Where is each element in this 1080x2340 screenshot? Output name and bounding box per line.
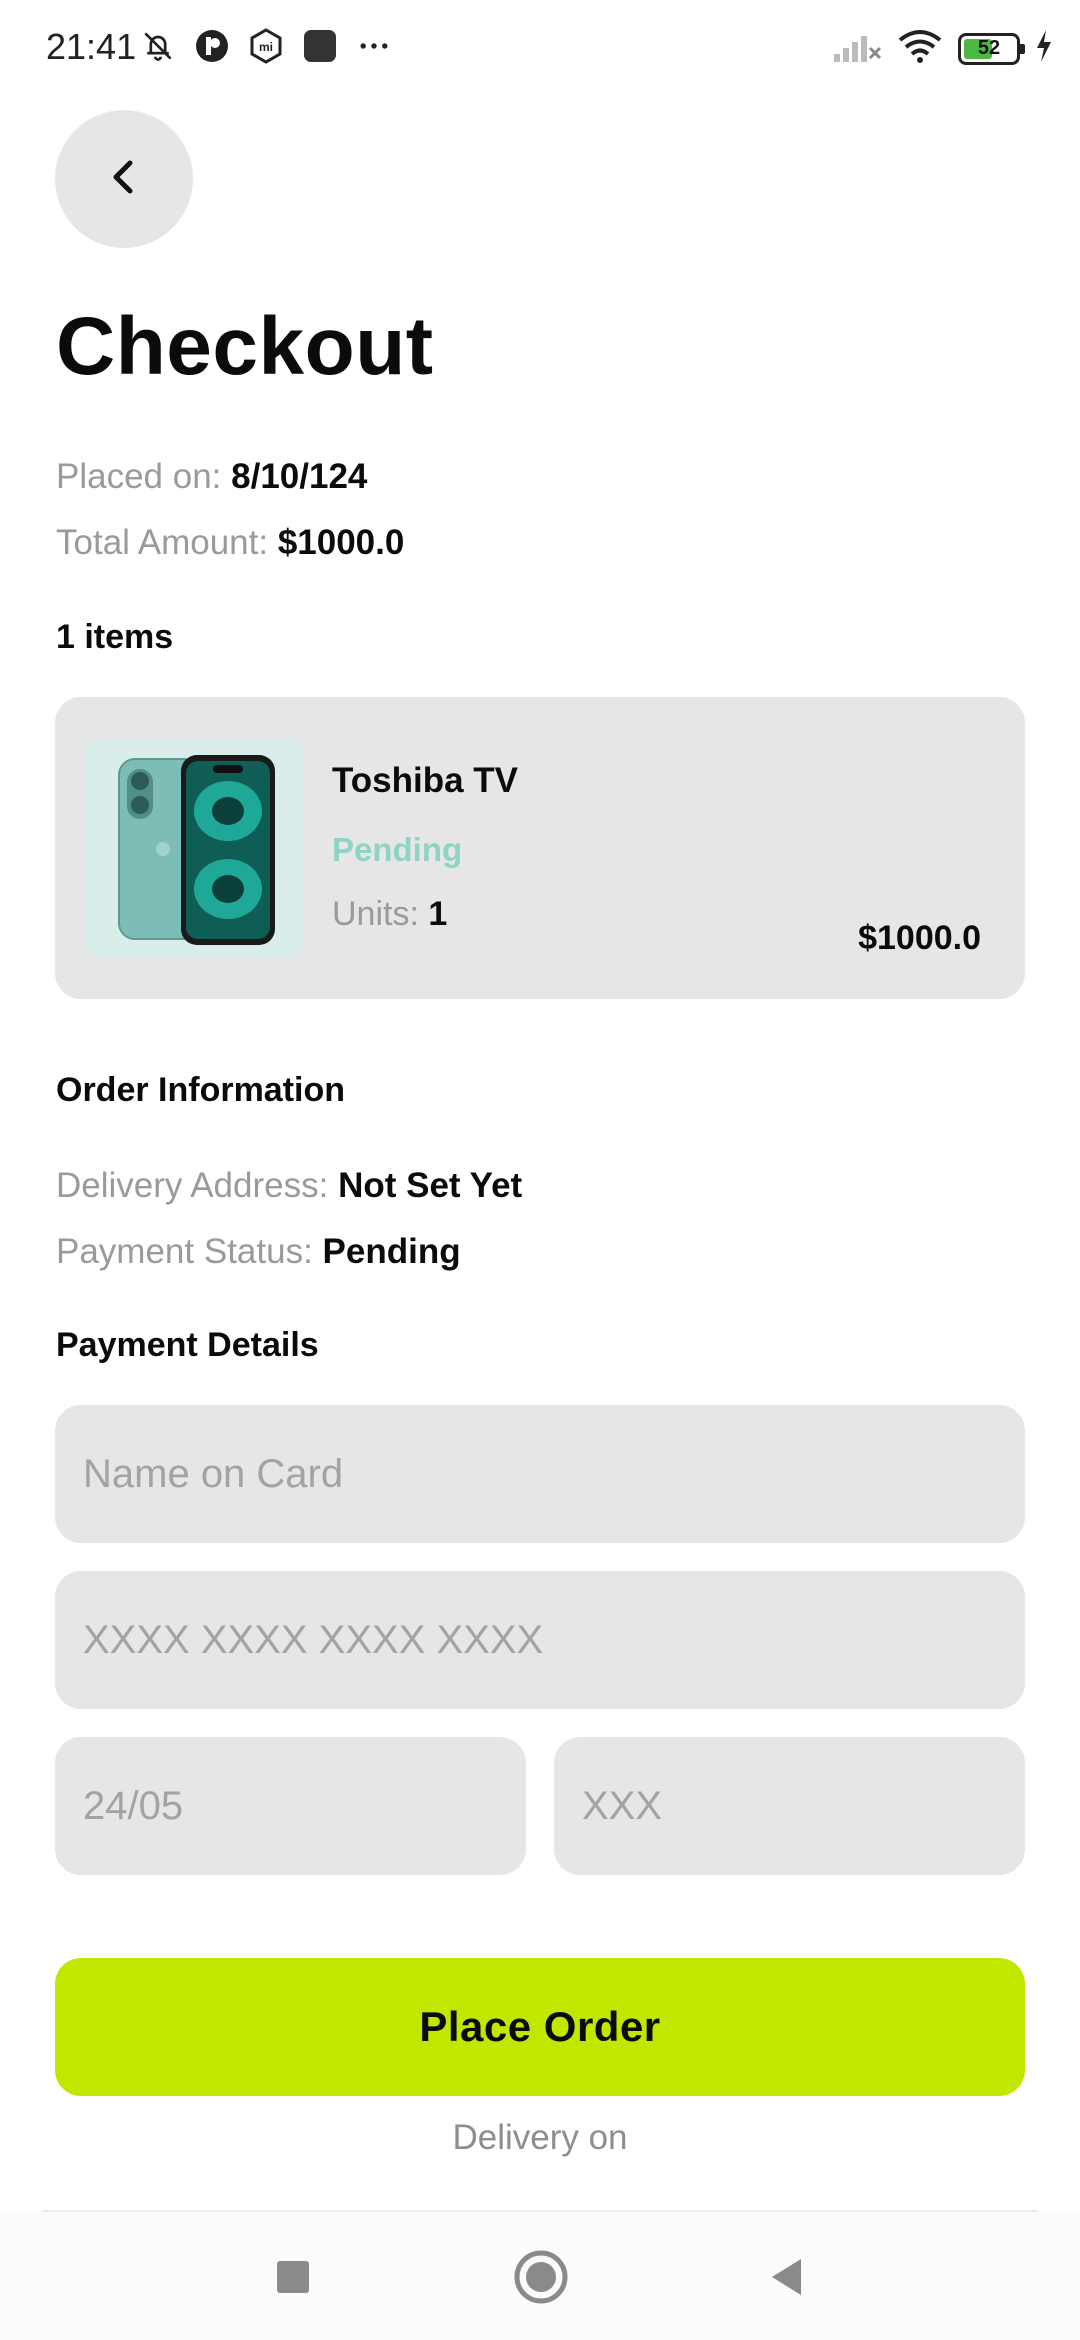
more-dots-icon [356, 28, 392, 64]
square-app-icon [302, 28, 338, 64]
battery-icon: 52 [958, 32, 1025, 65]
back-triangle-icon[interactable] [752, 2242, 822, 2312]
system-navigation-bar [0, 2212, 1080, 2340]
order-item-card[interactable]: Toshiba TV Pending Units: 1 $1000.0 [55, 697, 1025, 999]
svg-text:mi: mi [259, 40, 273, 54]
recents-square-icon[interactable] [258, 2242, 328, 2312]
chevron-left-icon [106, 157, 142, 202]
page-title: Checkout [56, 301, 434, 392]
delivery-address-label: Delivery Address: [56, 1166, 329, 1205]
app-icon-p [194, 28, 230, 64]
home-circle-icon[interactable] [506, 2242, 576, 2312]
card-number-input[interactable] [55, 1571, 1025, 1709]
placed-on-label: Placed on: [56, 457, 222, 496]
item-units-row: Units: 1 [332, 895, 447, 934]
item-status: Pending [332, 831, 463, 868]
item-units-label: Units: [332, 895, 419, 933]
charging-icon [1034, 28, 1054, 69]
expiry-date-input[interactable] [55, 1737, 526, 1875]
wifi-icon [896, 28, 944, 69]
items-count: 1 items [56, 618, 174, 656]
payment-status-label: Payment Status: [56, 1232, 313, 1271]
back-button[interactable] [55, 110, 193, 248]
signal-icon [832, 28, 882, 69]
placed-on-row: Placed on: 8/10/124 [56, 457, 367, 497]
muted-bell-icon [140, 28, 176, 64]
delivery-address-value: Not Set Yet [338, 1166, 523, 1205]
placed-on-value: 8/10/124 [231, 457, 368, 496]
item-price: $1000.0 [858, 919, 981, 957]
order-information-heading: Order Information [56, 1071, 346, 1109]
status-bar: 21:41 mi 52 [0, 0, 1080, 100]
status-left-icons: mi [140, 28, 392, 64]
name-on-card-input[interactable] [55, 1405, 1025, 1543]
payment-status-value: Pending [322, 1232, 461, 1271]
total-amount-label: Total Amount: [56, 523, 269, 562]
cvv-input[interactable] [554, 1737, 1025, 1875]
delivery-on-text: Delivery on [452, 2118, 628, 2157]
mi-icon: mi [248, 28, 284, 64]
payment-details-heading: Payment Details [56, 1326, 319, 1364]
product-image [85, 739, 303, 957]
place-order-button[interactable]: Place Order [55, 1958, 1025, 2096]
payment-status-row: Payment Status: Pending [56, 1232, 461, 1272]
item-name: Toshiba TV [332, 761, 519, 800]
item-units-value: 1 [428, 895, 448, 933]
status-time: 21:41 [46, 26, 137, 67]
delivery-address-row: Delivery Address: Not Set Yet [56, 1166, 522, 1206]
total-amount-value: $1000.0 [277, 523, 405, 562]
status-right-icons: 52 [832, 28, 1054, 69]
total-amount-row: Total Amount: $1000.0 [56, 523, 404, 563]
battery-level: 52 [977, 37, 1001, 59]
